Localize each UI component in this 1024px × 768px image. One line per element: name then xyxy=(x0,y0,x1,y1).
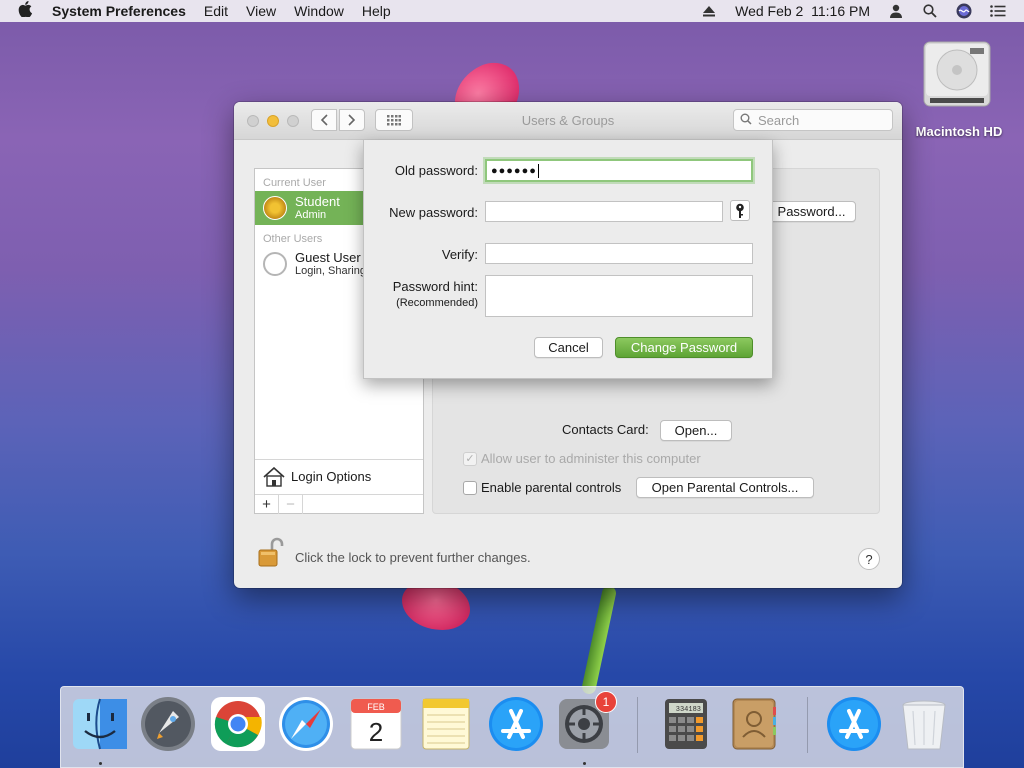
old-password-field[interactable]: ●●●●●● xyxy=(485,159,753,182)
lock-status-text: Click the lock to prevent further change… xyxy=(295,550,531,565)
open-parental-controls-button[interactable]: Open Parental Controls... xyxy=(636,477,814,498)
new-password-field[interactable] xyxy=(485,201,723,222)
system-preferences-icon[interactable]: 1 xyxy=(555,691,617,753)
spotlight-search-icon[interactable] xyxy=(922,3,938,19)
verify-field[interactable] xyxy=(485,243,753,264)
wallpaper-stem xyxy=(580,584,618,696)
verify-label: Verify: xyxy=(441,247,478,262)
menu-edit[interactable]: Edit xyxy=(204,3,228,19)
change-password-sheet: Old password: ●●●●●● New password: Verif… xyxy=(363,140,773,379)
student-avatar xyxy=(263,196,287,220)
trash-icon[interactable] xyxy=(895,695,953,753)
dock-separator xyxy=(637,697,638,753)
search-icon xyxy=(740,113,752,128)
chrome-icon[interactable] xyxy=(209,695,267,753)
guest-avatar xyxy=(263,252,287,276)
help-button[interactable]: ? xyxy=(858,548,880,570)
text-caret xyxy=(537,163,539,178)
calendar-icon[interactable]: FEB 2 xyxy=(347,695,405,753)
downloads-stack-icon[interactable] xyxy=(825,695,883,753)
safari-icon[interactable] xyxy=(277,695,335,753)
dock-separator xyxy=(807,697,808,753)
notification-badge: 1 xyxy=(595,691,617,713)
change-password-button[interactable]: Password... xyxy=(767,201,856,222)
search-placeholder: Search xyxy=(758,112,800,128)
notification-center-icon[interactable] xyxy=(990,3,1006,19)
menubar-clock[interactable]: Wed Feb 2 11:16 PM xyxy=(735,3,870,19)
contacts-card-label: Contacts Card: xyxy=(562,422,649,437)
siri-icon[interactable] xyxy=(956,3,972,19)
hard-drive-icon[interactable] xyxy=(920,36,994,110)
password-hint-label: Password hint: xyxy=(392,279,478,294)
menu-help[interactable]: Help xyxy=(362,3,391,19)
password-assistant-button[interactable] xyxy=(730,200,750,221)
calendar-day: 2 xyxy=(369,717,383,747)
open-contacts-button[interactable]: Open... xyxy=(660,420,732,441)
login-options-item[interactable]: Login Options xyxy=(255,459,423,493)
launchpad-icon[interactable] xyxy=(139,695,197,753)
menu-window[interactable]: Window xyxy=(294,3,344,19)
admin-checkbox[interactable]: ✓ xyxy=(463,452,477,466)
parental-controls-checkbox[interactable] xyxy=(463,481,477,495)
remove-user-button[interactable]: − xyxy=(279,495,303,514)
eject-icon[interactable] xyxy=(701,3,717,19)
app-store-icon[interactable] xyxy=(487,695,545,753)
running-indicator xyxy=(99,762,102,765)
key-icon xyxy=(736,203,744,218)
password-hint-sublabel: (Recommended) xyxy=(396,297,478,309)
calculator-display: 334183 xyxy=(676,706,701,714)
change-password-submit-button[interactable]: Change Password xyxy=(615,337,753,358)
add-user-button[interactable]: + xyxy=(255,495,279,514)
parental-controls-label: Enable parental controls xyxy=(481,480,622,495)
search-field[interactable]: Search xyxy=(733,109,893,131)
notes-icon[interactable] xyxy=(417,695,475,753)
app-menu[interactable]: System Preferences xyxy=(52,3,186,19)
user-detail: Login, Sharing xyxy=(295,264,366,277)
user-icon[interactable] xyxy=(888,3,904,19)
user-role: Admin xyxy=(295,208,327,221)
menu-view[interactable]: View xyxy=(246,3,276,19)
sidebar-button-bar: + − xyxy=(255,494,423,514)
menu-bar: System Preferences Edit View Window Help… xyxy=(0,0,1024,22)
cancel-button[interactable]: Cancel xyxy=(534,337,603,358)
calendar-month: FEB xyxy=(367,702,385,712)
finder-icon[interactable] xyxy=(71,695,129,753)
old-password-value: ●●●●●● xyxy=(491,164,537,177)
contacts-icon[interactable] xyxy=(725,695,783,753)
unlocked-lock-icon[interactable] xyxy=(258,536,284,568)
password-hint-field[interactable] xyxy=(485,275,753,317)
hard-drive-label: Macintosh HD xyxy=(915,124,1003,139)
user-name: Guest User xyxy=(295,249,361,265)
user-name: Student xyxy=(295,193,340,209)
old-password-label: Old password: xyxy=(394,163,478,178)
dock: FEB 2 1 334183 xyxy=(60,686,964,768)
running-indicator xyxy=(583,762,586,765)
apple-menu-icon[interactable] xyxy=(18,0,34,22)
house-icon xyxy=(263,466,285,487)
calculator-icon[interactable]: 334183 xyxy=(657,695,715,753)
login-options-label: Login Options xyxy=(291,469,372,484)
title-bar: Users & Groups Search xyxy=(234,102,902,140)
new-password-label: New password: xyxy=(389,205,478,220)
admin-checkbox-label: Allow user to administer this computer xyxy=(481,451,701,466)
